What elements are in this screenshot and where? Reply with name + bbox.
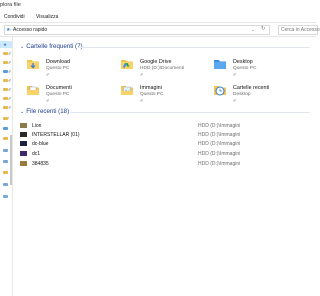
frequent-folder-documenti[interactable]: Documenti Questo PC ✐ (26, 83, 118, 109)
nav-folder-icon[interactable] (3, 137, 8, 140)
pictures-folder-icon (121, 86, 133, 95)
search-placeholder: Cerca in Accesso (281, 27, 320, 33)
pin-icon: ✐ (8, 69, 12, 74)
recent-folders-icon (214, 86, 226, 96)
pin-icon: ✐ (233, 98, 237, 103)
desktop-folder-icon (214, 60, 226, 69)
folder-location: Questo PC (233, 66, 257, 71)
nav-scrollbar[interactable] (10, 135, 12, 185)
image-thumbnail-icon (20, 161, 27, 166)
address-path: Accesso rapido (13, 27, 48, 33)
file-name: INTERSTELLAR (01) (32, 132, 80, 138)
image-thumbnail-icon (20, 132, 27, 137)
pin-icon: ✐ (8, 87, 12, 92)
section-divider (70, 112, 310, 113)
image-thumbnail-icon (20, 141, 27, 146)
file-name: dc1 (32, 151, 41, 157)
google-drive-folder-icon (121, 60, 133, 69)
quick-access-icon: ★ (3, 42, 8, 47)
frequent-folder-cartelle-recenti[interactable]: Cartelle recenti Desktop ✐ (213, 83, 305, 109)
file-name: 384835 (32, 161, 49, 167)
pin-icon: ✐ (8, 105, 12, 110)
frequent-folder-download[interactable]: Download Questo PC ✐ (26, 57, 118, 83)
pin-icon: ✐ (8, 60, 12, 65)
folder-name: Download (46, 59, 70, 65)
file-location: HDD (D:)\Immagini (198, 161, 241, 167)
recent-file-row[interactable]: INTERSTELLAR (01) HDD (D:)\Immagini (20, 131, 316, 139)
pin-icon: ✐ (140, 98, 144, 103)
path-separator-icon: › (10, 27, 12, 32)
folder-name: Immagini (140, 85, 162, 91)
recent-file-row[interactable]: dc-blue HDD (D:)\Immagini (20, 140, 316, 148)
nav-folder-icon[interactable] (3, 171, 8, 174)
frequent-folders-header[interactable]: ⌄ Cartelle frequenti (7) (20, 43, 83, 50)
title-bar: plora file (0, 0, 316, 12)
nav-drive-icon[interactable] (3, 183, 8, 186)
nav-drive-icon[interactable] (3, 160, 8, 163)
file-location: HDD (D:)\Immagini (198, 151, 241, 157)
collapse-chevron-icon: ⌄ (20, 44, 25, 50)
pin-icon: ✐ (46, 72, 50, 77)
recent-file-row[interactable]: dc1 HDD (D:)\Immagini (20, 150, 316, 158)
frequent-folder-desktop[interactable]: Desktop Questo PC ✐ (213, 57, 305, 83)
nav-folder-icon[interactable] (3, 127, 8, 130)
tab-condividi[interactable]: Condividi (4, 14, 25, 20)
folder-name: Google Drive (140, 59, 172, 65)
pin-icon: ✐ (233, 72, 237, 77)
recent-file-row[interactable]: Lion HDD (D:)\Immagini (20, 122, 316, 130)
image-thumbnail-icon (20, 123, 27, 128)
file-location: HDD (D:)\Immagini (198, 132, 241, 138)
folder-location: Desktop (233, 92, 251, 97)
pin-icon: ✐ (8, 51, 12, 56)
folder-name: Documenti (46, 85, 72, 91)
nav-drive-icon[interactable] (3, 149, 8, 152)
documents-folder-icon (27, 86, 39, 95)
recent-file-row[interactable]: 384835 HDD (D:)\Immagini (20, 160, 316, 168)
window-title: plora file (0, 2, 21, 8)
file-name: dc-blue (32, 141, 49, 147)
address-bar-row: ★ › Accesso rapido ⌄ ↻ Cerca in Accesso (0, 23, 320, 37)
address-bar[interactable]: ★ › Accesso rapido ⌄ ↻ (4, 25, 270, 35)
folder-name: Cartelle recenti (233, 85, 270, 91)
navigation-pane: ★ ✐ ✐ ✐ ✐ ✐ ✐ ✐ › (0, 37, 13, 296)
recent-files-header[interactable]: ⌄ File recenti (18) (20, 108, 69, 115)
nav-network-icon[interactable] (3, 195, 8, 198)
file-location: HDD (D:)\Immagini (198, 123, 241, 129)
frequent-folder-google-drive[interactable]: Google Drive HDD (D:)\Documenti ✐ (120, 57, 212, 83)
history-dropdown-icon[interactable]: ⌄ (251, 27, 255, 33)
folder-location: Questo PC (46, 92, 70, 97)
pin-icon: ✐ (8, 96, 12, 101)
folder-name: Desktop (233, 59, 253, 65)
pin-icon: ✐ (140, 72, 144, 77)
frequent-folder-immagini[interactable]: Immagini Questo PC ✐ (120, 83, 212, 109)
refresh-icon[interactable]: ↻ (261, 26, 266, 32)
search-input[interactable]: Cerca in Accesso (278, 25, 320, 35)
download-folder-icon (27, 60, 39, 69)
ribbon-tabs: Condividi Visualizza (0, 12, 316, 23)
folder-location: Questo PC (46, 66, 70, 71)
tab-visualizza[interactable]: Visualizza (36, 14, 58, 20)
chevron-right-icon[interactable]: › (8, 115, 9, 120)
pin-icon: ✐ (46, 98, 50, 103)
file-name: Lion (32, 123, 42, 129)
collapse-chevron-icon: ⌄ (20, 109, 25, 115)
folder-location: Questo PC (140, 92, 164, 97)
image-thumbnail-icon (20, 151, 27, 156)
section-divider (78, 47, 310, 48)
folder-location: HDD (D:)\Documenti (140, 66, 184, 71)
pin-icon: ✐ (8, 78, 12, 83)
file-location: HDD (D:)\Immagini (198, 141, 241, 147)
